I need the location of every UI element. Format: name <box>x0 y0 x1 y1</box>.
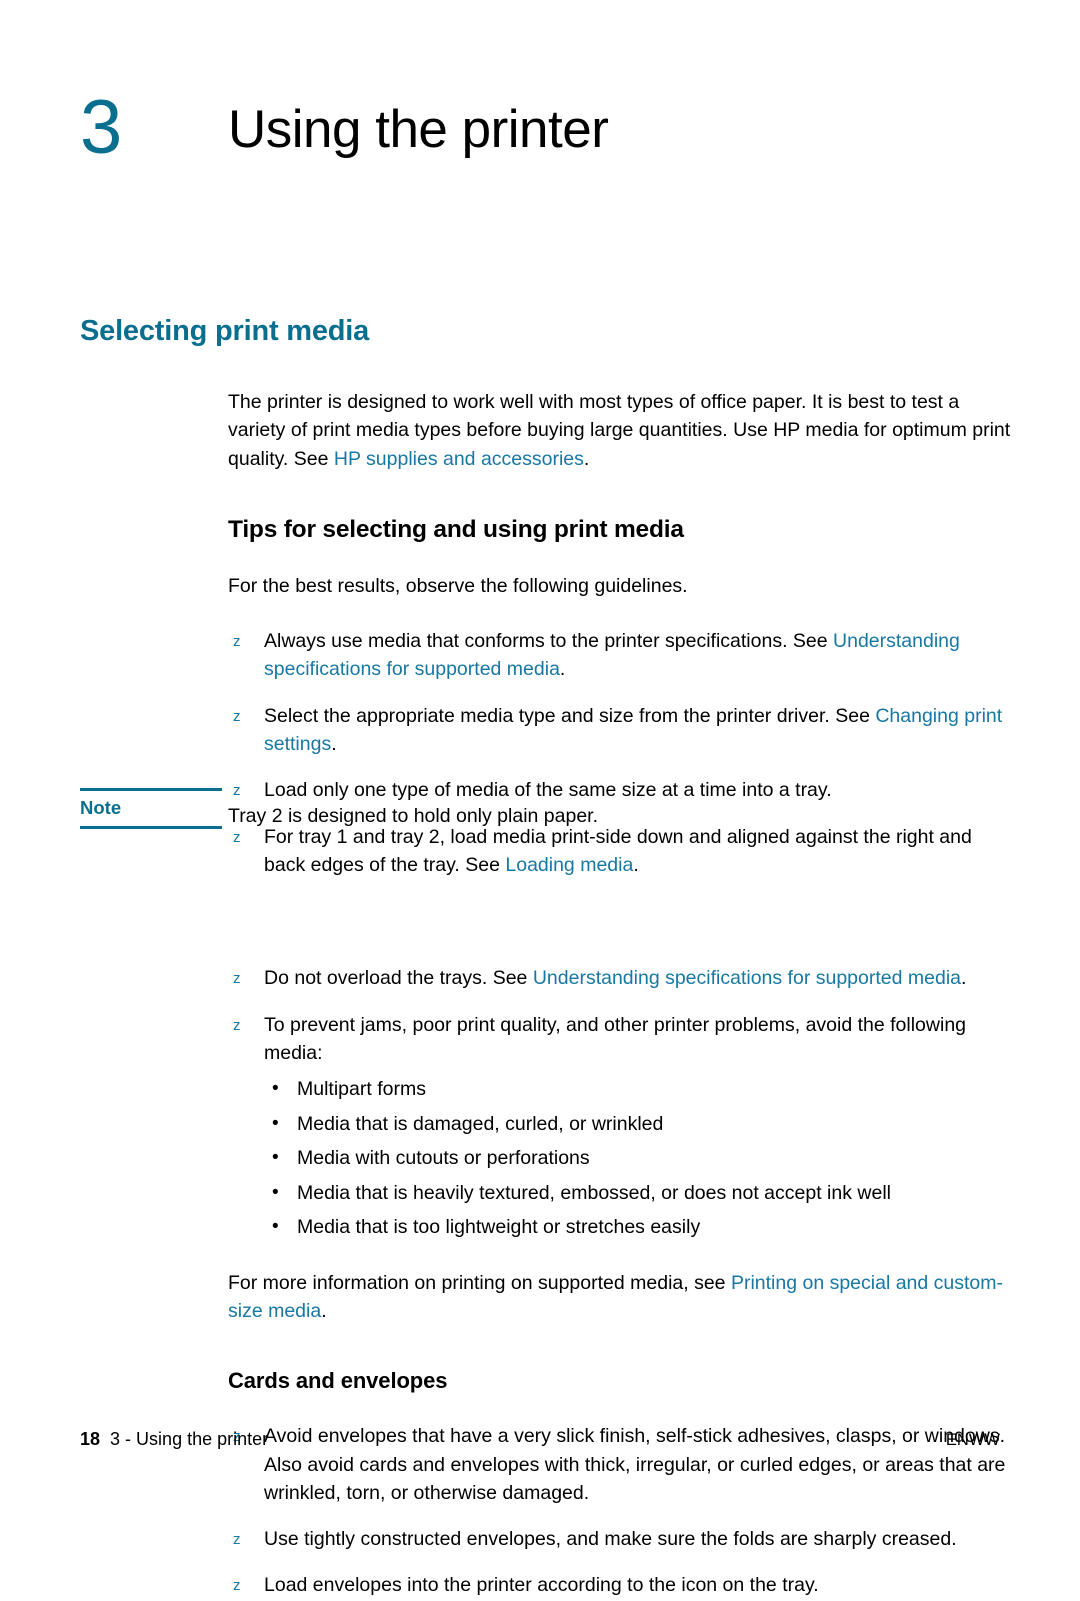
sub-item-text: Media that is too lightweight or stretch… <box>297 1216 701 1239</box>
dot-bullet-icon: • <box>272 1147 279 1169</box>
sub-item-text: Media that is damaged, curled, or wrinkl… <box>297 1112 664 1135</box>
note-callout: Note Tray 2 is designed to hold only pla… <box>80 788 1020 844</box>
chapter-header: 3 Using the printer <box>0 80 1080 190</box>
item-text-before: Do not overload the trays. See <box>264 967 533 990</box>
more-info-paragraph: For more information on printing on supp… <box>228 1269 1018 1326</box>
after-note-bullet-list: z Do not overload the trays. See Underst… <box>228 964 1018 1241</box>
sub-item-text: Media that is heavily textured, embossed… <box>297 1181 891 1204</box>
content-column: The printer is designed to work well wit… <box>228 388 1018 1600</box>
footer-language-code: ENWW <box>945 1431 1000 1449</box>
dot-bullet-icon: • <box>272 1112 279 1134</box>
footer-page-number: 18 <box>80 1429 101 1449</box>
chapter-title: Using the printer <box>228 100 609 159</box>
footer-chapter-label: 3 - Using the printer <box>110 1429 269 1449</box>
list-item: • Multipart forms <box>264 1075 1018 1104</box>
intro-paragraph: The printer is designed to work well wit… <box>228 388 1018 473</box>
sub-item-text: Multipart forms <box>297 1078 426 1101</box>
z-bullet-icon: z <box>233 970 241 988</box>
list-item: • Media that is too lightweight or stret… <box>264 1213 1018 1242</box>
item-text-after: . <box>331 733 337 756</box>
item-text: Load envelopes into the printer accordin… <box>264 1574 819 1597</box>
z-bullet-icon: z <box>233 1016 241 1034</box>
item-text-after: . <box>559 658 566 681</box>
item-text-after: . <box>633 853 639 876</box>
note-rule-bottom <box>80 826 222 829</box>
tips-heading: Tips for selecting and using print media <box>228 515 684 543</box>
z-bullet-icon: z <box>233 1531 241 1549</box>
z-bullet-icon: z <box>233 707 241 725</box>
chapter-number: 3 <box>80 85 123 170</box>
footer-left: 18 3 - Using the printer <box>80 1425 268 1453</box>
document-page: 3 Using the printer Selecting print medi… <box>0 0 1080 1596</box>
sub-item-text: Media with cutouts or perforations <box>297 1147 590 1170</box>
dot-bullet-icon: • <box>272 1181 279 1203</box>
item-text-before: Always use media that conforms to the pr… <box>264 630 834 653</box>
note-label-block: Note <box>80 788 222 829</box>
item-text: Use tightly constructed envelopes, and m… <box>264 1528 957 1551</box>
section-heading: Selecting print media <box>80 315 370 347</box>
avoid-media-sub-list: • Multipart forms • Media that is damage… <box>264 1075 1018 1242</box>
list-item: • Media with cutouts or perforations <box>264 1144 1018 1173</box>
list-item: z Select the appropriate media type and … <box>228 702 1018 759</box>
list-item: z Do not overload the trays. See Underst… <box>228 964 1018 992</box>
z-bullet-icon: z <box>233 1577 241 1595</box>
dot-bullet-icon: • <box>272 1216 279 1238</box>
page-footer: 18 3 - Using the printer ENWW <box>80 1425 1000 1453</box>
list-item: z To prevent jams, poor print quality, a… <box>228 1011 1018 1242</box>
dot-bullet-icon: • <box>272 1078 279 1100</box>
list-item: • Media that is damaged, curled, or wrin… <box>264 1110 1018 1139</box>
cards-and-envelopes-heading: Cards and envelopes <box>228 1368 448 1394</box>
link-understanding-specifications-for-supported-media[interactable]: Understanding specifications for support… <box>533 967 961 989</box>
link-loading-media[interactable]: Loading media <box>505 854 633 876</box>
link-hp-supplies-and-accessories[interactable]: HP supplies and accessories <box>334 448 584 470</box>
more-info-text-before: For more information on printing on supp… <box>228 1271 731 1294</box>
item-text-before: Select the appropriate media type and si… <box>264 704 876 727</box>
note-label: Note <box>80 797 122 818</box>
intro-text-after: . <box>583 447 590 470</box>
list-item: z Load envelopes into the printer accord… <box>228 1571 1018 1599</box>
list-item: • Media that is heavily textured, emboss… <box>264 1179 1018 1208</box>
item-text-after: . <box>961 967 967 990</box>
z-bullet-icon: z <box>233 633 241 651</box>
list-item: z Use tightly constructed envelopes, and… <box>228 1525 1018 1553</box>
list-item: z Always use media that conforms to the … <box>228 627 1018 684</box>
item-text-before: To prevent jams, poor print quality, and… <box>264 1013 967 1064</box>
note-spacer <box>228 879 1018 964</box>
tips-lead-paragraph: For the best results, observe the follow… <box>228 574 688 597</box>
note-text: Tray 2 is designed to hold only plain pa… <box>228 805 599 827</box>
more-info-text-after: . <box>321 1299 327 1322</box>
